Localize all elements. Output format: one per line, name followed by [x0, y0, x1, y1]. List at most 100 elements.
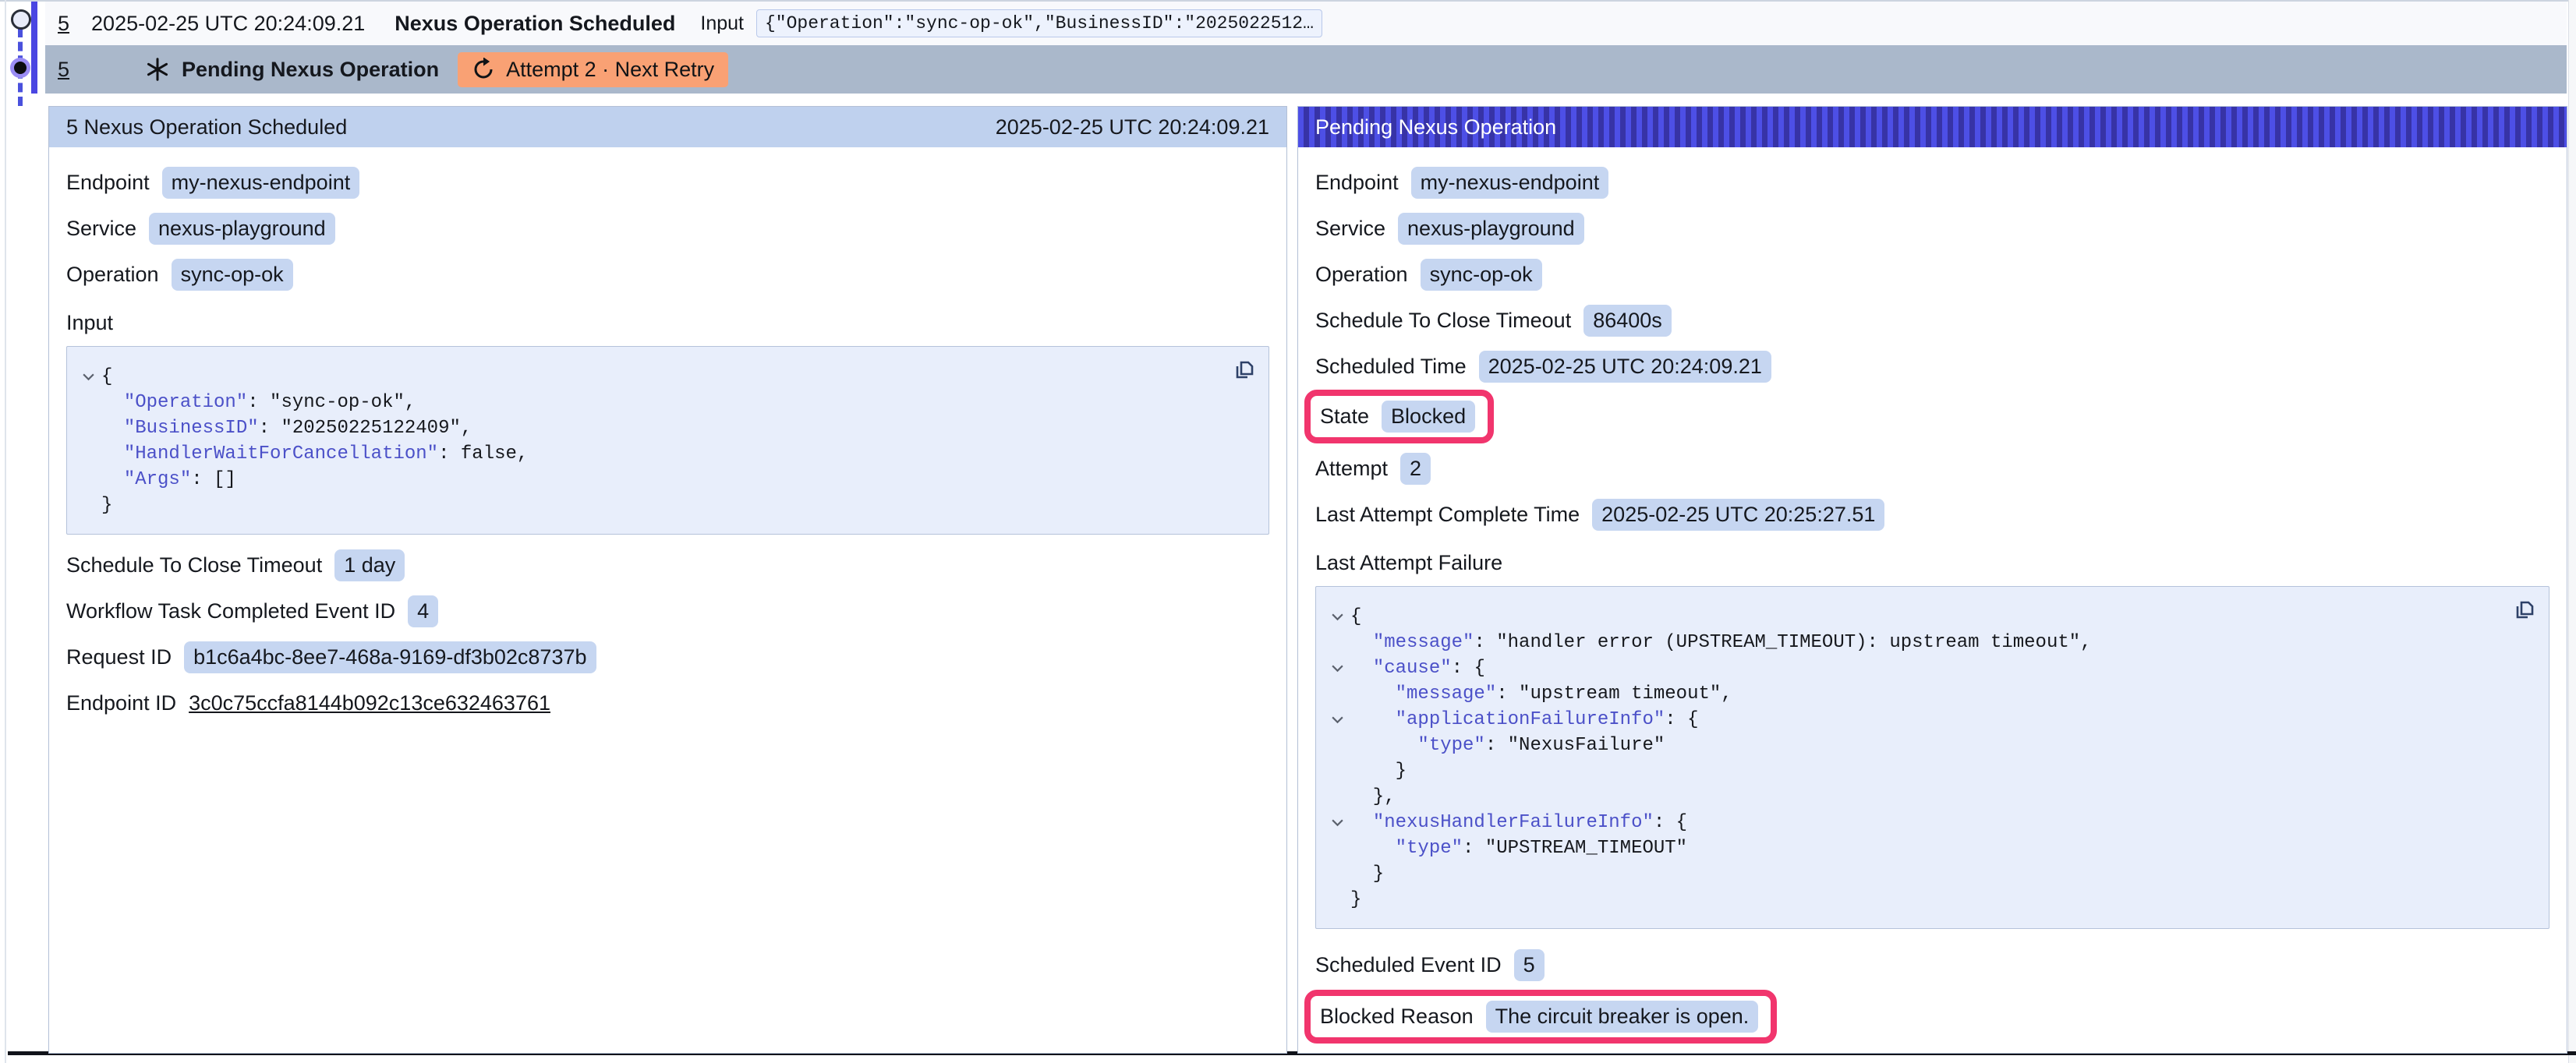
event-title: Nexus Operation Scheduled — [395, 12, 675, 36]
field-schedule-to-close: Schedule To Close Timeout 86400s — [1315, 305, 2549, 336]
field-operation: Operation sync-op-ok — [1315, 259, 2549, 290]
panel-title: 5 Nexus Operation Scheduled — [66, 115, 347, 139]
panel-title: Pending Nexus Operation — [1315, 115, 1556, 139]
json-line: "type": "UPSTREAM_TIMEOUT" — [1324, 835, 2502, 861]
timeline-node-pending-icon[interactable] — [10, 58, 30, 78]
field-label: State — [1320, 404, 1369, 429]
field-label: Service — [66, 217, 136, 241]
field-label: Endpoint — [1315, 171, 1399, 195]
field-endpoint: Endpoint my-nexus-endpoint — [1315, 167, 2549, 198]
json-line: "nexusHandlerFailureInfo": { — [1324, 810, 2502, 835]
json-line: }, — [1324, 784, 2502, 810]
json-line: { — [1324, 604, 2502, 630]
field-label: Request ID — [66, 645, 172, 669]
retry-icon — [472, 58, 495, 81]
json-line: "Args": [] — [75, 467, 1222, 493]
json-line: } — [1324, 758, 2502, 784]
event-detail-panel-pending: Pending Nexus Operation Endpoint my-nexu… — [1297, 106, 2567, 1054]
json-line: "cause": { — [1324, 655, 2502, 681]
json-line: } — [1324, 887, 2502, 913]
panel-timestamp: 2025-02-25 UTC 20:24:09.21 — [996, 115, 1269, 139]
collapse-chevron-icon[interactable] — [1324, 818, 1350, 828]
field-label: Scheduled Time — [1315, 355, 1467, 379]
panel-header-pending: Pending Nexus Operation — [1298, 107, 2567, 147]
field-label: Workflow Task Completed Event ID — [66, 599, 395, 623]
field-value-badge: sync-op-ok — [172, 259, 293, 291]
panel-header-scheduled: 5 Nexus Operation Scheduled 2025-02-25 U… — [49, 107, 1286, 147]
event-timestamp: 2025-02-25 UTC 20:24:09.21 — [91, 12, 365, 36]
input-section-label: Input — [66, 309, 1269, 337]
field-value-badge: 4 — [408, 595, 438, 627]
field-label: Endpoint ID — [66, 691, 176, 715]
field-label: Operation — [1315, 263, 1408, 287]
field-service: Service nexus-playground — [66, 213, 1269, 244]
copy-icon[interactable] — [1231, 358, 1256, 383]
field-value-badge: nexus-playground — [1398, 213, 1584, 245]
state-highlight-annotation: State Blocked — [1304, 390, 1494, 443]
field-attempt: Attempt 2 — [1315, 453, 2549, 484]
field-label: Blocked Reason — [1320, 1005, 1474, 1029]
field-value-badge: my-nexus-endpoint — [162, 167, 360, 199]
event-row-nexus-operation-scheduled[interactable]: 5 2025-02-25 UTC 20:24:09.21 Nexus Opera… — [45, 2, 2567, 45]
field-value-badge: sync-op-ok — [1421, 259, 1542, 291]
field-value-badge: 2 — [1400, 453, 1431, 485]
field-operation: Operation sync-op-ok — [66, 259, 1269, 290]
json-line: "BusinessID": "20250225122409", — [75, 415, 1222, 441]
collapse-chevron-icon[interactable] — [1324, 663, 1350, 673]
timeline-node-scheduled-icon[interactable] — [11, 9, 31, 30]
field-label: Service — [1315, 217, 1385, 241]
copy-icon[interactable] — [2511, 598, 2536, 623]
json-line: "message": "handler error (UPSTREAM_TIME… — [1324, 630, 2502, 655]
json-line: "type": "NexusFailure" — [1324, 733, 2502, 758]
event-input-preview-chip[interactable]: {"Operation":"sync-op-ok","BusinessID":"… — [756, 9, 1322, 37]
field-value-badge: my-nexus-endpoint — [1411, 167, 1609, 199]
input-json-viewer: { "Operation": "sync-op-ok", "BusinessID… — [66, 346, 1269, 535]
failure-json-viewer: { "message": "handler error (UPSTREAM_TI… — [1315, 586, 2549, 929]
field-label: Last Attempt Complete Time — [1315, 503, 1580, 527]
event-id-link[interactable]: 5 — [58, 58, 69, 82]
field-request-id: Request ID b1c6a4bc-8ee7-468a-9169-df3b0… — [66, 641, 1269, 673]
blocked-reason-value-badge: The circuit breaker is open. — [1486, 1001, 1759, 1033]
field-label: Scheduled Event ID — [1315, 953, 1502, 977]
event-title: Pending Nexus Operation — [182, 58, 439, 82]
retry-attempt-badge: Attempt 2 · Next Retry — [458, 52, 728, 87]
field-value-badge: 1 day — [334, 549, 405, 581]
field-label: Schedule To Close Timeout — [1315, 309, 1571, 333]
field-scheduled-event-id: Scheduled Event ID 5 — [1315, 949, 2549, 980]
scrollbar-track[interactable] — [2568, 0, 2576, 1063]
field-value-badge: 2025-02-25 UTC 20:24:09.21 — [1479, 351, 1771, 383]
field-endpoint: Endpoint my-nexus-endpoint — [66, 167, 1269, 198]
field-last-attempt-complete-time: Last Attempt Complete Time 2025-02-25 UT… — [1315, 499, 2549, 530]
json-line: } — [1324, 861, 2502, 887]
field-schedule-to-close: Schedule To Close Timeout 1 day — [66, 549, 1269, 581]
collapse-chevron-icon[interactable] — [1324, 715, 1350, 725]
field-label: Operation — [66, 263, 159, 287]
event-id-link[interactable]: 5 — [58, 12, 69, 36]
blocked-reason-highlight-annotation: Blocked Reason The circuit breaker is op… — [1304, 990, 1777, 1044]
selected-range-indicator — [31, 2, 37, 94]
event-input-label: Input — [700, 12, 744, 35]
json-line: "Operation": "sync-op-ok", — [75, 390, 1222, 415]
field-endpoint-id: Endpoint ID 3c0c75ccfa8144b092c13ce63246… — [66, 687, 1269, 719]
field-label: Attempt — [1315, 457, 1388, 481]
collapse-chevron-icon[interactable] — [1324, 612, 1350, 622]
event-row-pending-nexus-operation[interactable]: 5 Pending Nexus Operation Attempt 2 · Ne… — [45, 45, 2567, 94]
pending-asterisk-icon — [146, 58, 169, 81]
failure-section-label: Last Attempt Failure — [1315, 549, 2549, 577]
collapse-chevron-icon[interactable] — [75, 372, 101, 382]
field-value-badge: b1c6a4bc-8ee7-468a-9169-df3b02c8737b — [184, 641, 596, 673]
field-label: Endpoint — [66, 171, 150, 195]
json-line: { — [75, 364, 1222, 390]
json-line: "applicationFailureInfo": { — [1324, 707, 2502, 733]
field-label: Schedule To Close Timeout — [66, 553, 322, 577]
json-line: } — [75, 493, 1222, 518]
field-scheduled-time: Scheduled Time 2025-02-25 UTC 20:24:09.2… — [1315, 351, 2549, 382]
state-value-badge: Blocked — [1382, 401, 1475, 433]
endpoint-id-link[interactable]: 3c0c75ccfa8144b092c13ce632463761 — [189, 691, 550, 715]
field-wft-completed-event-id: Workflow Task Completed Event ID 4 — [66, 595, 1269, 627]
json-line: "HandlerWaitForCancellation": false, — [75, 441, 1222, 467]
field-value-badge: 86400s — [1583, 305, 1672, 337]
field-value-badge: 2025-02-25 UTC 20:25:27.51 — [1592, 499, 1884, 531]
json-line: "message": "upstream timeout", — [1324, 681, 2502, 707]
field-service: Service nexus-playground — [1315, 213, 2549, 244]
